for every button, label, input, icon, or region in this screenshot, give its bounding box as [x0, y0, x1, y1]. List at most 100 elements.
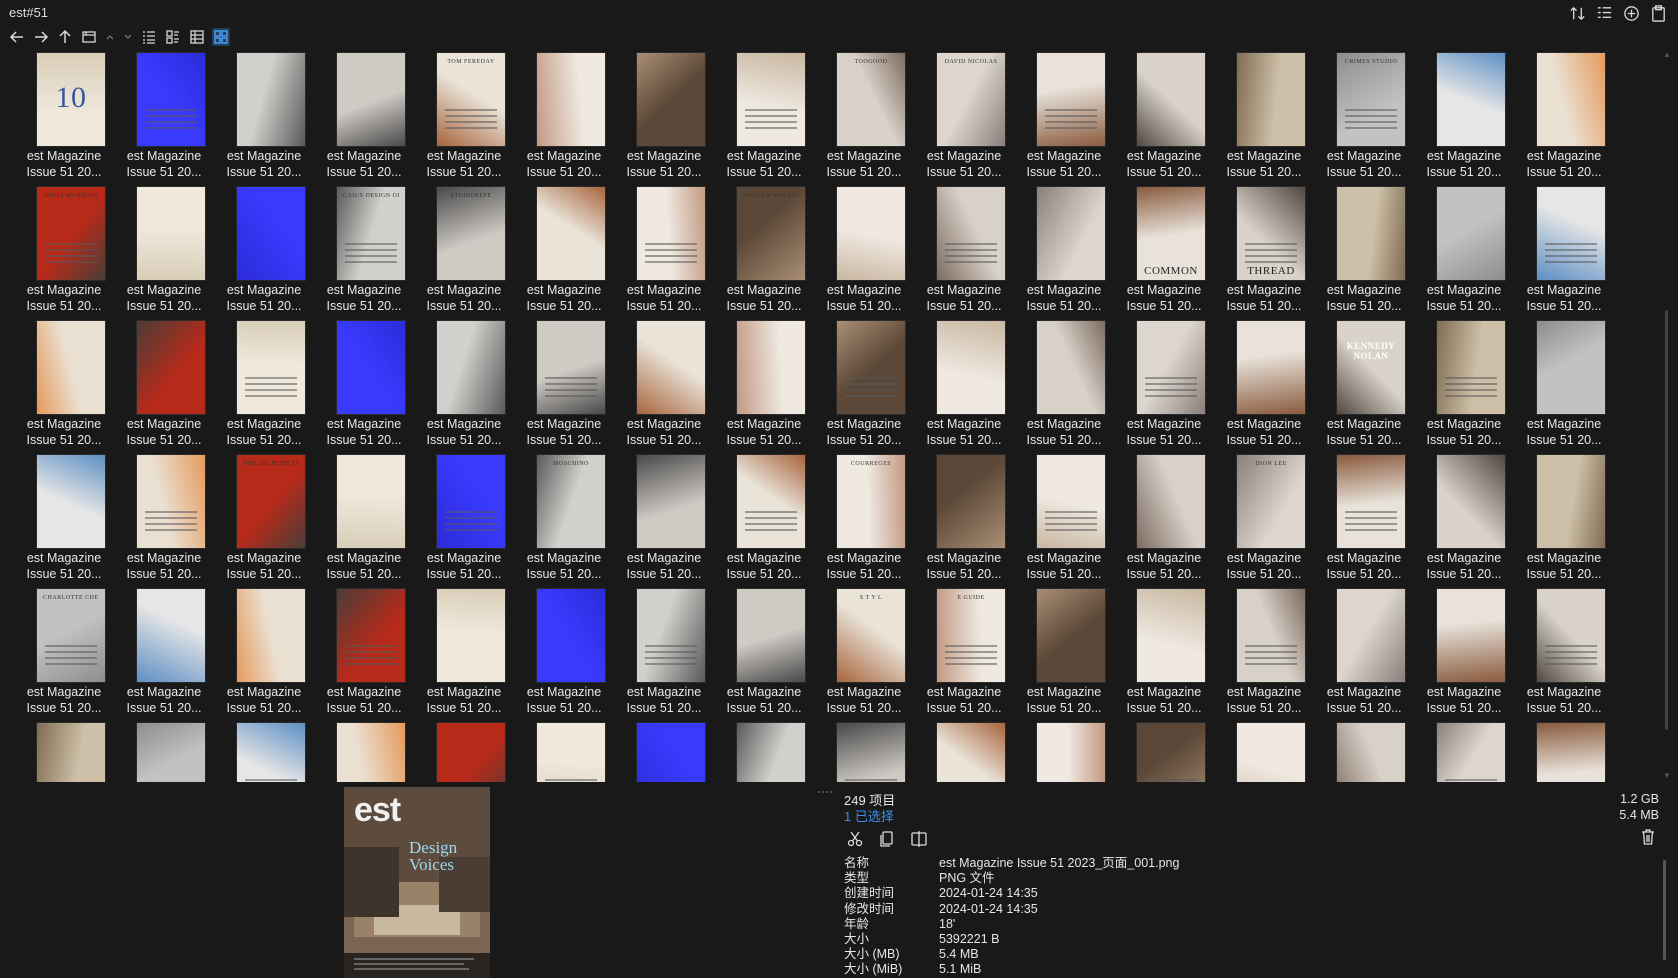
thumbnail-item[interactable]: est MagazineIssue 51 20...: [14, 318, 114, 452]
thumbnail-item[interactable]: est MagazineIssue 51 20...: [714, 586, 814, 720]
thumbnail-item[interactable]: est MagazineIssue 51 20...: [114, 586, 214, 720]
thumbnail-item[interactable]: CRIMES STUDIO est Magazine Issue 51 20...: [1314, 50, 1414, 184]
thumbnail-item[interactable]: est MagazineIssue 51 20...: [1514, 184, 1614, 318]
thumbnail-item[interactable]: E GUIDE est Magazine Issue 51 20...: [914, 586, 1014, 720]
vertical-scrollbar[interactable]: ▲ ▼: [1662, 50, 1672, 780]
thumbnail-item[interactable]: est MagazineIssue 51 20...: [1014, 50, 1114, 184]
thumbnail-item[interactable]: est MagazineIssue 51 20...: [1214, 50, 1314, 184]
thumbnail-item[interactable]: est MagazineIssue 51 20...: [1014, 184, 1114, 318]
thumbnail-item[interactable]: est MagazineIssue 51 20...: [114, 50, 214, 184]
thumbnail-item[interactable]: est MagazineIssue 51 20...: [314, 586, 414, 720]
thumbnail-item[interactable]: est MagazineIssue 51 20...: [1314, 720, 1414, 782]
scroll-up-button[interactable]: [104, 28, 116, 46]
thumbnail-item[interactable]: THE ARCHITECTURE OF FASHION est Magazine I…: [214, 452, 314, 586]
thumbnail-item[interactable]: est MagazineIssue 51 20...: [14, 720, 114, 782]
thumbnail-item[interactable]: est MagazineIssue 51 20...: [514, 586, 614, 720]
thumbnail-item[interactable]: est MagazineIssue 51 20...: [514, 50, 614, 184]
thumbnail-item[interactable]: est MagazineIssue 51 20...: [314, 452, 414, 586]
thumbnail-item[interactable]: est MagazineIssue 51 20...: [114, 720, 214, 782]
thumbnail-item[interactable]: est MagazineIssue 51 20...: [1514, 720, 1614, 782]
thumbnail-item[interactable]: est MagazineIssue 51 20...: [1114, 452, 1214, 586]
scroll-down-button[interactable]: [122, 28, 134, 46]
thumbnail-item[interactable]: est MagazineIssue 51 20...: [1214, 318, 1314, 452]
thumbnail-item[interactable]: est MagazineIssue 51 20...: [714, 318, 814, 452]
scroll-up-arrow-icon[interactable]: ▲: [1662, 50, 1672, 59]
thumbnail-item[interactable]: est MagazineIssue 51 20...: [514, 318, 614, 452]
details-view-button[interactable]: [140, 28, 158, 46]
thumbnail-item[interactable]: est MagazineIssue 51 20...: [414, 318, 514, 452]
thumbnail-item[interactable]: est MagazineIssue 51 20...: [414, 586, 514, 720]
thumbnail-item[interactable]: est MagazineIssue 51 20...: [714, 50, 814, 184]
thumbnail-item[interactable]: est MagazineIssue 51 20...: [1114, 318, 1214, 452]
up-button[interactable]: [56, 28, 74, 46]
thumbnail-item[interactable]: est MagazineIssue 51 20...: [1114, 720, 1214, 782]
cut-icon[interactable]: [846, 830, 864, 848]
thumbnail-item[interactable]: est MagazineIssue 51 20...: [1014, 318, 1114, 452]
thumbnail-item[interactable]: est MagazineIssue 51 20...: [614, 184, 714, 318]
thumbnail-item[interactable]: est MagazineIssue 51 20...: [1114, 586, 1214, 720]
thumbnail-item[interactable]: est MagazineIssue 51 20...: [814, 184, 914, 318]
thumbnail-item[interactable]: est MagazineIssue 51 20...: [1514, 318, 1614, 452]
thumbnail-item[interactable]: est MagazineIssue 51 20...: [14, 452, 114, 586]
thumbnail-item[interactable]: KENNEDY NOLAN est Magazine Issue 51 20...: [1314, 318, 1414, 452]
thumbnail-item[interactable]: CHARLOTTE CHESNAIS est Magazine Issue 51 2…: [14, 586, 114, 720]
thumbnail-item[interactable]: INDIA MAHDAVI est Magazine Issue 51 20...: [14, 184, 114, 318]
thumbnail-item[interactable]: 10 est Magazine Issue 51 20...: [14, 50, 114, 184]
thumbnail-view-button[interactable]: [212, 28, 230, 46]
thumbnail-item[interactable]: STUDIOPEPE est Magazine Issue 51 20...: [414, 184, 514, 318]
thumbnail-item[interactable]: MULLER VAN SEVEREN est Magazine Issue 51 2…: [714, 184, 814, 318]
thumbnail-item[interactable]: est MagazineIssue 51 20...: [614, 720, 714, 782]
thumbnail-item[interactable]: est MagazineIssue 51 20...: [214, 720, 314, 782]
history-button[interactable]: [80, 28, 98, 46]
thumbnail-item[interactable]: est MagazineIssue 51 20...: [814, 318, 914, 452]
thumbnail-item[interactable]: est MagazineIssue 51 20...: [214, 318, 314, 452]
thumbnail-item[interactable]: est MagazineIssue 51 20...: [1314, 452, 1414, 586]
thumbnail-item[interactable]: DION LEE est Magazine Issue 51 20...: [1214, 452, 1314, 586]
thumbnail-item[interactable]: est MagazineIssue 51 20...: [1114, 50, 1214, 184]
thumbnail-item[interactable]: est MagazineIssue 51 20...: [214, 586, 314, 720]
thumbnail-item[interactable]: est MagazineIssue 51 20...: [814, 720, 914, 782]
add-circle-icon[interactable]: [1622, 4, 1641, 23]
thumbnail-item[interactable]: est MagazineIssue 51 20...: [414, 720, 514, 782]
list-view-icon[interactable]: [1595, 4, 1614, 23]
thumbnail-item[interactable]: est MagazineIssue 51 20...: [714, 720, 814, 782]
thumbnail-item[interactable]: est MagazineIssue 51 20...: [314, 318, 414, 452]
info-scrollbar[interactable]: [1663, 860, 1666, 960]
sort-icon[interactable]: [1568, 4, 1587, 23]
back-button[interactable]: [8, 28, 26, 46]
paste-icon[interactable]: [1649, 4, 1668, 23]
thumbnail-item[interactable]: est MagazineIssue 51 20...: [214, 184, 314, 318]
thumbnail-item[interactable]: est MagazineIssue 51 20...: [914, 452, 1014, 586]
compare-icon[interactable]: [910, 830, 928, 848]
thumbnail-item[interactable]: est MagazineIssue 51 20...: [714, 452, 814, 586]
scrollbar-thumb[interactable]: [1665, 310, 1668, 730]
selected-count[interactable]: 1 已选择: [844, 806, 894, 825]
thumbnail-item[interactable]: CAIUS DESIGN OFFICE est Magazine Issue 51 …: [314, 184, 414, 318]
thumbnail-item[interactable]: est MagazineIssue 51 20...: [1014, 720, 1114, 782]
thumbnail-item[interactable]: est MagazineIssue 51 20...: [1414, 586, 1514, 720]
thumbnail-item[interactable]: est MagazineIssue 51 20...: [514, 720, 614, 782]
thumbnail-item[interactable]: est MagazineIssue 51 20...: [1014, 452, 1114, 586]
thumbnail-item[interactable]: est MagazineIssue 51 20...: [1314, 184, 1414, 318]
thumbnail-item[interactable]: est MagazineIssue 51 20...: [1414, 720, 1514, 782]
thumbnail-item[interactable]: est MagazineIssue 51 20...: [314, 50, 414, 184]
thumbnail-item[interactable]: est MagazineIssue 51 20...: [1014, 586, 1114, 720]
thumbnail-item[interactable]: TOM FEREDAY est Magazine Issue 51 20...: [414, 50, 514, 184]
trash-icon[interactable]: [1639, 828, 1657, 846]
thumbnail-item[interactable]: est MagazineIssue 51 20...: [614, 452, 714, 586]
thumbnail-item[interactable]: S T Y L est Magazine Issue 51 20...: [814, 586, 914, 720]
thumbnail-item[interactable]: THREAD est Magazine Issue 51 20...: [1214, 184, 1314, 318]
thumbnail-item[interactable]: est MagazineIssue 51 20...: [614, 318, 714, 452]
pane-splitter-handle[interactable]: [810, 783, 840, 793]
scroll-down-arrow-icon[interactable]: ▼: [1662, 771, 1672, 780]
thumbnail-item[interactable]: est MagazineIssue 51 20...: [1514, 586, 1614, 720]
thumbnail-item[interactable]: est MagazineIssue 51 20...: [1514, 452, 1614, 586]
thumbnail-item[interactable]: est MagazineIssue 51 20...: [1514, 50, 1614, 184]
thumbnail-item[interactable]: est MagazineIssue 51 20...: [514, 184, 614, 318]
thumbnail-item[interactable]: est MagazineIssue 51 20...: [1214, 586, 1314, 720]
thumbnail-item[interactable]: est MagazineIssue 51 20...: [1414, 318, 1514, 452]
forward-button[interactable]: [32, 28, 50, 46]
thumbnail-item[interactable]: est MagazineIssue 51 20...: [114, 452, 214, 586]
content-view-button[interactable]: [188, 28, 206, 46]
thumbnail-item[interactable]: est MagazineIssue 51 20...: [614, 50, 714, 184]
